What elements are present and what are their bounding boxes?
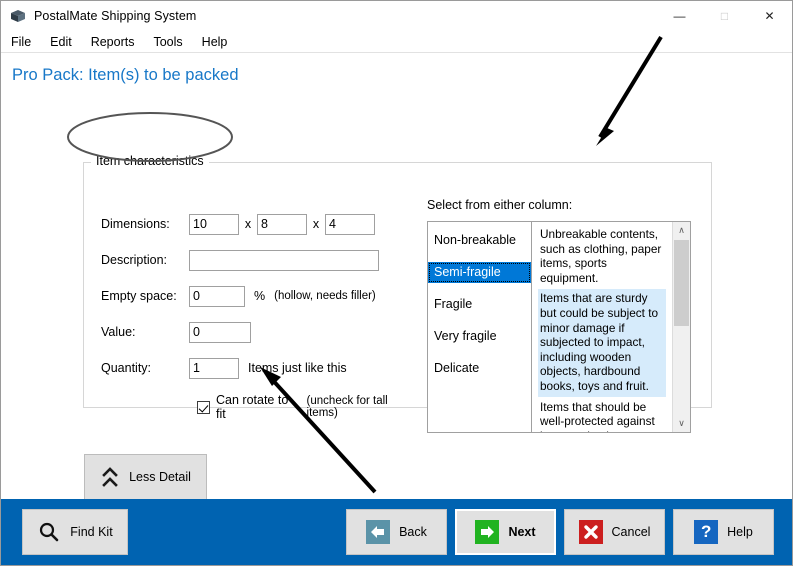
description-semi-fragile[interactable]: Items that are sturdy but could be subje…	[538, 289, 666, 397]
description-label: Description:	[101, 253, 167, 267]
menu-bar: File Edit Reports Tools Help	[1, 31, 792, 53]
help-label: Help	[727, 525, 753, 539]
rotate-checkbox-row[interactable]: Can rotate to fit (uncheck for tall item…	[197, 393, 421, 421]
quantity-row: Quantity: 1 Items just like this	[101, 357, 421, 379]
description-scrollbar[interactable]: ∧ ∨	[672, 222, 690, 432]
next-button[interactable]: Next	[454, 508, 557, 556]
list-item-delicate[interactable]: Delicate	[428, 358, 531, 379]
item-form: Dimensions: 10 x 8 x 4 Description: Empt…	[101, 213, 421, 421]
description-non-breakable[interactable]: Unbreakable contents, such as clothing, …	[538, 225, 666, 288]
scroll-up-icon[interactable]: ∧	[673, 222, 690, 239]
arrow-left-icon	[366, 520, 391, 544]
list-item-very-fragile[interactable]: Very fragile	[428, 326, 531, 347]
find-kit-label: Find Kit	[70, 525, 113, 539]
close-x-icon	[578, 520, 603, 544]
title-bar: PostalMate Shipping System — □ ✕	[1, 1, 792, 31]
selection-hint: Select from either column:	[427, 198, 573, 212]
dimension-width-input[interactable]: 8	[257, 213, 307, 235]
scrollbar-thumb[interactable]	[674, 240, 689, 326]
close-button[interactable]: ✕	[747, 1, 792, 31]
description-fragile[interactable]: Items that should be well-protected agai…	[538, 398, 666, 432]
dimension-separator-1: x	[244, 217, 252, 231]
value-row: Value: 0	[101, 321, 421, 343]
back-button[interactable]: Back	[346, 509, 447, 555]
arrow-right-icon	[475, 520, 500, 544]
fragility-selector: Non-breakable Semi-fragile Fragile Very …	[427, 221, 691, 433]
window-controls: — □ ✕	[657, 1, 792, 31]
empty-space-input[interactable]: 0	[189, 285, 245, 307]
cancel-button[interactable]: Cancel	[564, 509, 665, 555]
list-item-non-breakable[interactable]: Non-breakable	[428, 230, 531, 251]
value-input[interactable]: 0	[189, 321, 251, 343]
fragility-list[interactable]: Non-breakable Semi-fragile Fragile Very …	[428, 222, 532, 432]
menu-item-edit[interactable]: Edit	[50, 35, 82, 49]
quantity-suffix: Items just like this	[248, 361, 347, 375]
empty-space-row: Empty space: 0 % (hollow, needs filler)	[101, 285, 421, 307]
menu-item-reports[interactable]: Reports	[91, 35, 145, 49]
description-list[interactable]: Unbreakable contents, such as clothing, …	[532, 222, 672, 432]
empty-space-label: Empty space:	[101, 289, 177, 303]
double-chevron-up-icon	[100, 466, 120, 488]
dimension-height-input[interactable]: 4	[325, 213, 375, 235]
search-icon	[37, 520, 61, 544]
list-item-fragile[interactable]: Fragile	[428, 294, 531, 315]
find-kit-button[interactable]: Find Kit	[22, 509, 128, 555]
navigation-buttons: Back Next Cancel ? Help	[346, 508, 774, 556]
next-label: Next	[508, 525, 536, 539]
back-label: Back	[399, 525, 427, 539]
empty-space-hint: (hollow, needs filler)	[274, 290, 376, 302]
rotate-checkbox[interactable]	[197, 400, 210, 414]
cancel-label: Cancel	[611, 525, 651, 539]
value-label: Value:	[101, 325, 136, 339]
scroll-down-icon[interactable]: ∨	[673, 415, 690, 432]
menu-item-help[interactable]: Help	[202, 35, 238, 49]
application-window: PostalMate Shipping System — □ ✕ File Ed…	[0, 0, 793, 566]
page-content: Pro Pack: Item(s) to be packed Item char…	[1, 53, 792, 565]
app-box-icon	[10, 8, 26, 24]
description-row: Description:	[101, 249, 421, 271]
group-label: Item characteristics	[91, 154, 209, 168]
list-item-semi-fragile[interactable]: Semi-fragile	[428, 262, 531, 283]
rotate-checkbox-label: Can rotate to fit	[216, 393, 289, 421]
menu-item-tools[interactable]: Tools	[153, 35, 192, 49]
quantity-input[interactable]: 1	[189, 357, 239, 379]
less-detail-label: Less Detail	[129, 470, 191, 484]
less-detail-button[interactable]: Less Detail	[84, 454, 207, 500]
help-button[interactable]: ? Help	[673, 509, 774, 555]
minimize-button[interactable]: —	[657, 1, 702, 31]
question-mark-icon: ?	[694, 520, 719, 544]
menu-item-file[interactable]: File	[11, 35, 41, 49]
quantity-label: Quantity:	[101, 361, 152, 375]
dimensions-row: Dimensions: 10 x 8 x 4	[101, 213, 421, 235]
percent-symbol: %	[254, 289, 266, 303]
footer-bar: Find Kit Back Next Cancel ? Help	[1, 499, 792, 565]
page-title: Pro Pack: Item(s) to be packed	[12, 66, 239, 84]
maximize-button[interactable]: □	[702, 1, 747, 31]
rotate-checkbox-hint: (uncheck for tall items)	[306, 395, 388, 419]
window-title: PostalMate Shipping System	[34, 9, 197, 23]
description-input[interactable]	[189, 249, 379, 271]
dimension-length-input[interactable]: 10	[189, 213, 239, 235]
dimension-separator-2: x	[312, 217, 320, 231]
dimensions-label: Dimensions:	[101, 217, 170, 231]
